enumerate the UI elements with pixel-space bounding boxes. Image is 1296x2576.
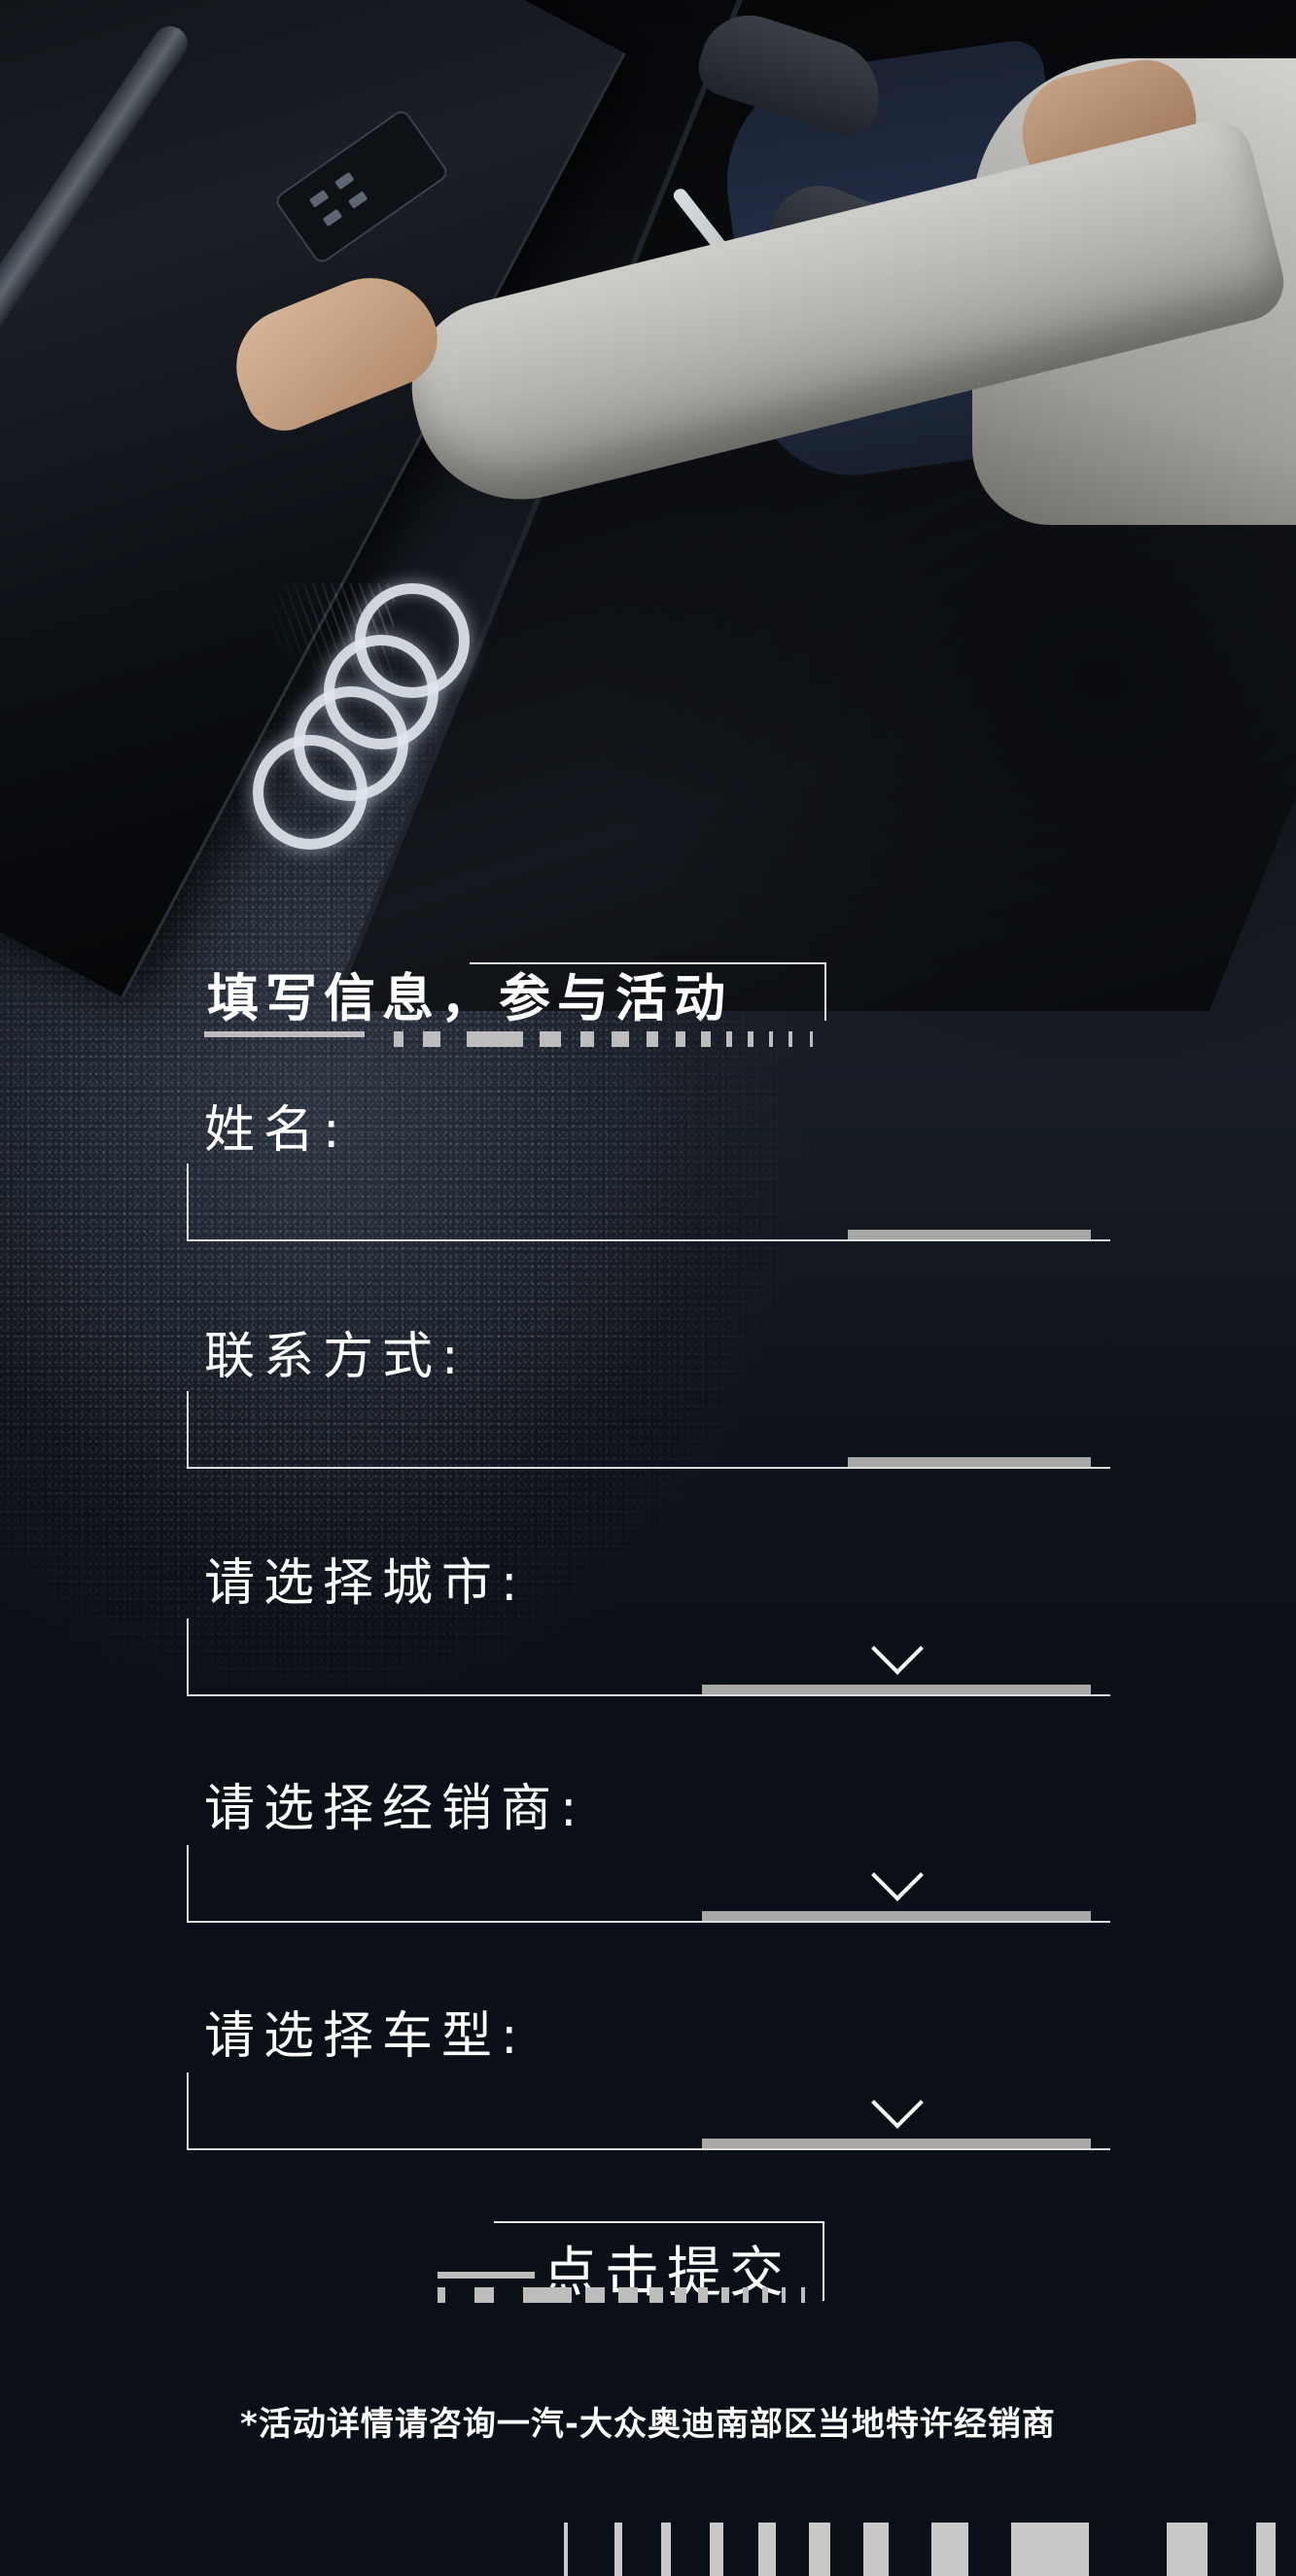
dealer-label: 请选择经销商:	[204, 1780, 586, 1838]
page-title: 填写信息，参与活动	[207, 969, 732, 1028]
field-accent-bar	[702, 1911, 1091, 1921]
hero-image	[0, 0, 1296, 1798]
city-select[interactable]	[187, 1619, 1110, 1696]
footer-barcode-decoration	[564, 2523, 1296, 2576]
submit-underline	[438, 2272, 535, 2279]
submit-button[interactable]: 点击提交	[436, 2221, 824, 2309]
heading-underline	[204, 1031, 365, 1037]
disclaimer-text: *活动详情请咨询一汽-大众奥迪南部区当地特许经销商	[240, 2405, 1056, 2444]
field-accent-bar	[848, 1230, 1091, 1239]
contact-field	[187, 1391, 1110, 1469]
model-select[interactable]	[187, 2072, 1110, 2150]
contact-input[interactable]	[189, 1391, 1110, 1467]
contact-label: 联系方式:	[204, 1328, 468, 1386]
form-heading: 填写信息，参与活动	[199, 957, 841, 1047]
audi-rings-logo	[224, 564, 496, 855]
submit-barcode-decoration	[438, 2287, 817, 2303]
model-select-trigger[interactable]	[189, 2072, 1110, 2148]
field-accent-bar	[702, 2139, 1091, 2148]
city-select-trigger[interactable]	[189, 1619, 1110, 1694]
heading-barcode-decoration	[394, 1031, 822, 1047]
field-accent-bar	[702, 1685, 1091, 1694]
field-accent-bar	[848, 1457, 1091, 1467]
dealer-select[interactable]	[187, 1845, 1110, 1923]
model-label: 请选择车型:	[204, 2007, 527, 2066]
name-input[interactable]	[189, 1164, 1110, 1239]
city-label: 请选择城市:	[204, 1554, 527, 1613]
name-label: 姓名:	[204, 1101, 349, 1160]
name-field	[187, 1164, 1110, 1241]
dealer-select-trigger[interactable]	[189, 1845, 1110, 1921]
